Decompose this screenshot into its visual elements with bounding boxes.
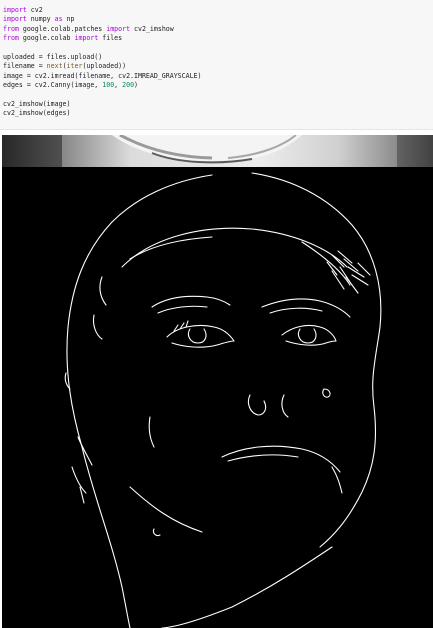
code-line: image = cv2.imread(filename, cv2.IMREAD_…: [3, 72, 202, 81]
code-token: ): [134, 81, 139, 90]
code-token: google.colab: [18, 34, 75, 43]
code-token: cv2_imshow: [130, 24, 174, 33]
code-token: np: [62, 15, 75, 24]
code-token: edges = cv2.Canny(image,: [3, 81, 103, 90]
code-line: cv2_imshow(image): [3, 100, 202, 109]
code-token: import: [3, 15, 27, 24]
code-token: import: [74, 34, 99, 43]
code-line: import cv2: [3, 6, 202, 15]
canny-edges-output: [2, 167, 433, 628]
edge-map: [64, 172, 382, 628]
code-line: import numpy as np: [3, 15, 202, 24]
code-token: filename =: [3, 62, 47, 71]
cell-output: [2, 135, 433, 628]
code-token: google.colab.patches: [18, 24, 107, 33]
code-token: iter: [66, 62, 83, 71]
grayscale-face-image: [2, 135, 433, 167]
code-token: as: [54, 15, 63, 24]
code-editor[interactable]: import cv2 import numpy as np from google.…: [3, 6, 202, 119]
grayscale-image-output: [2, 135, 433, 167]
code-line: from google.colab import files: [3, 34, 202, 43]
code-token: import: [106, 24, 131, 33]
code-token: 100: [102, 81, 115, 90]
code-line: from google.colab.patches import cv2_ims…: [3, 25, 202, 34]
code-cell[interactable]: import cv2 import numpy as np from google.…: [0, 0, 433, 130]
code-token: uploaded = files.upload(): [3, 52, 103, 61]
code-token: from: [3, 24, 19, 33]
code-token: image = cv2.imread(filename, cv2.IMREAD_…: [3, 71, 202, 80]
code-token: cv2_imshow(image): [3, 99, 71, 108]
code-token: 200: [122, 81, 135, 90]
code-token: numpy: [26, 15, 55, 24]
code-token: from: [3, 34, 19, 43]
code-token: import: [3, 6, 27, 14]
code-token: cv2: [26, 6, 43, 14]
code-token: cv2_imshow(edges): [3, 109, 71, 118]
code-line: uploaded = files.upload(): [3, 53, 202, 62]
code-line: edges = cv2.Canny(image, 100, 200): [3, 81, 202, 90]
code-line: filename = next(iter(uploaded)): [3, 62, 202, 71]
code-line: cv2_imshow(edges): [3, 109, 202, 118]
code-token: next: [46, 62, 63, 71]
code-token: files: [98, 34, 123, 43]
code-token: (uploaded)): [82, 62, 127, 71]
code-token: ,: [114, 81, 123, 90]
